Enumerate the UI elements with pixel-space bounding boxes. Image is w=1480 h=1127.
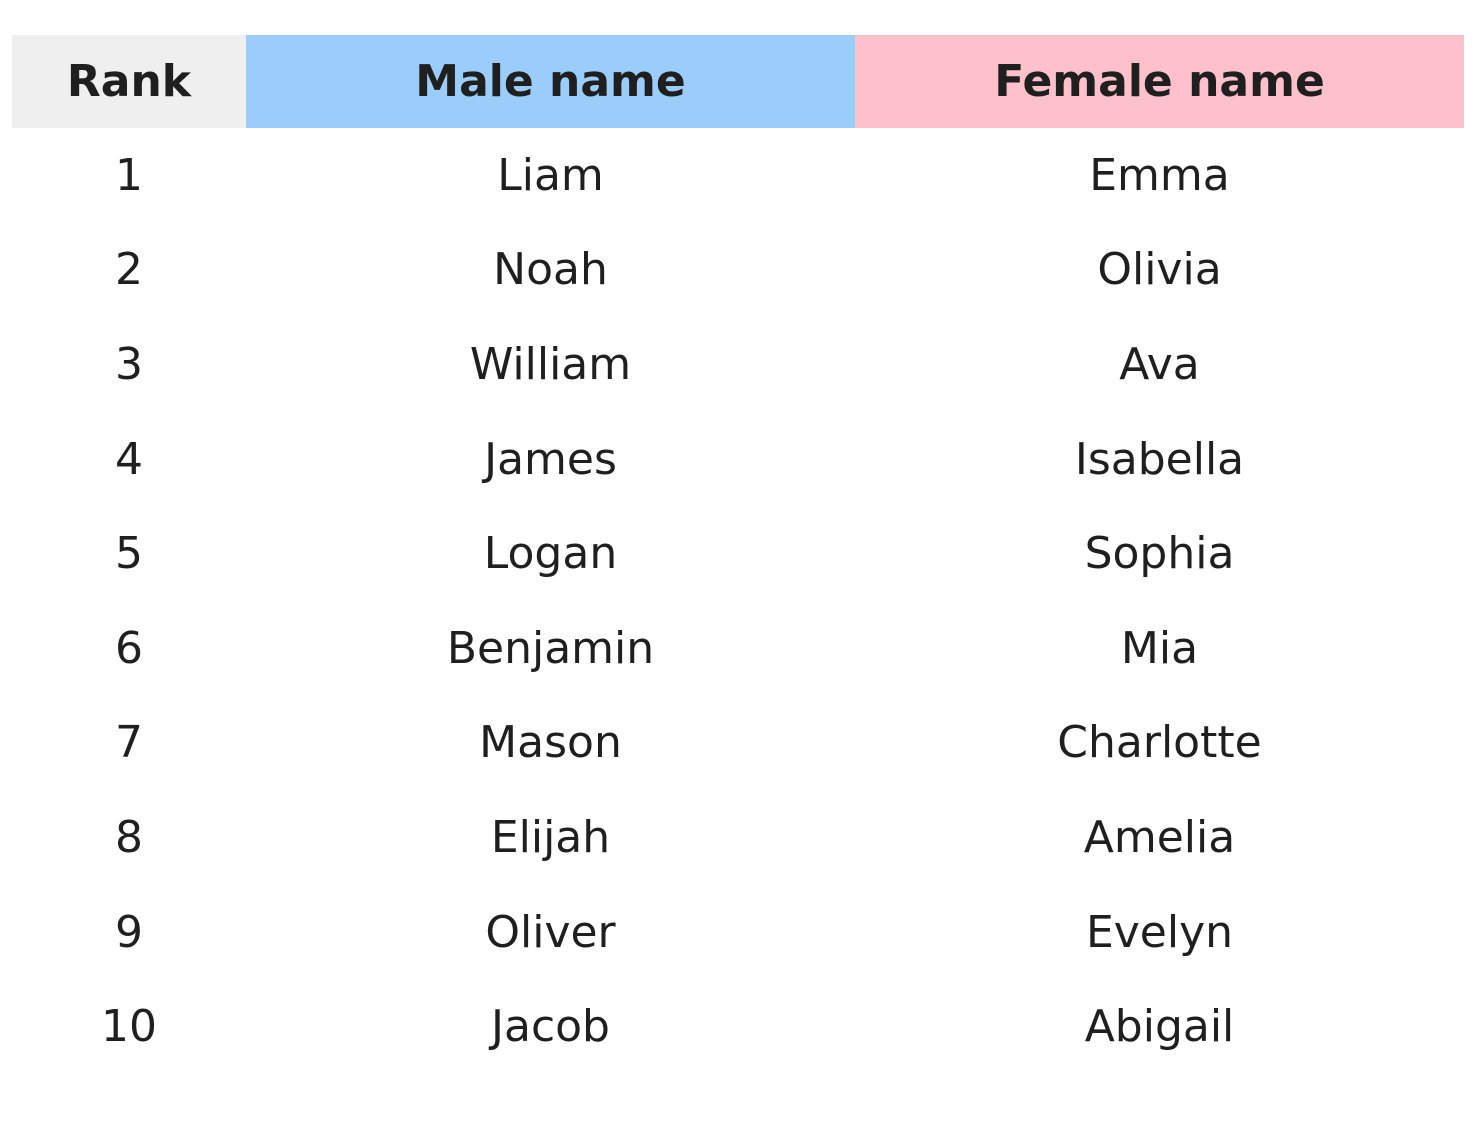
female-name-cell: Olivia [1097, 244, 1222, 296]
female-name-cell: Sophia [1084, 528, 1235, 580]
header-rank: Rank [12, 35, 246, 128]
table-body: 1 Liam Emma 2 Noah Olivia 3 William Ava 4 James Isa… [12, 128, 1464, 1074]
table-row: 9 Oliver Evelyn [12, 885, 1464, 980]
male-name-cell: Logan [483, 528, 618, 580]
rank-cell: 3 [115, 338, 143, 390]
table-row: 10 Jacob Abigail [12, 979, 1464, 1074]
male-name-cell: Liam [497, 149, 604, 201]
male-name-cell: Benjamin [446, 622, 655, 674]
table-row: 8 Elijah Amelia [12, 790, 1464, 885]
male-name-cell: Jacob [491, 1001, 610, 1053]
table-row: 6 Benjamin Mia [12, 601, 1464, 696]
rank-cell: 9 [115, 906, 143, 958]
male-name-cell: Noah [493, 244, 608, 296]
female-name-cell: Ava [1119, 338, 1200, 390]
header-male-name: Male name [246, 35, 855, 128]
male-name-cell: Oliver [485, 906, 616, 958]
header-female-name: Female name [855, 35, 1464, 128]
rank-cell: 6 [115, 622, 143, 674]
rank-cell: 7 [115, 717, 143, 769]
rank-cell: 5 [115, 528, 143, 580]
rank-cell: 1 [115, 149, 143, 201]
female-name-cell: Isabella [1074, 433, 1245, 485]
table-row: 4 James Isabella [12, 412, 1464, 507]
table-row: 7 Mason Charlotte [12, 696, 1464, 791]
female-name-cell: Amelia [1083, 811, 1236, 863]
male-name-cell: Mason [479, 717, 622, 769]
rank-cell: 8 [115, 811, 143, 863]
male-name-cell: James [484, 433, 617, 485]
table-row: 1 Liam Emma [12, 128, 1464, 223]
rank-cell: 10 [101, 1001, 157, 1053]
female-name-cell: Charlotte [1057, 717, 1262, 769]
female-name-cell: Abigail [1084, 1001, 1235, 1053]
female-name-cell: Emma [1089, 149, 1230, 201]
header-row: Rank Male name Female name [12, 35, 1464, 128]
table-row: 2 Noah Olivia [12, 223, 1464, 318]
male-name-cell: William [469, 338, 632, 390]
table-row: 5 Logan Sophia [12, 506, 1464, 601]
female-name-cell: Mia [1120, 622, 1199, 674]
male-name-cell: Elijah [490, 811, 611, 863]
table-row: 3 William Ava [12, 317, 1464, 412]
names-table: Rank Male name Female name 1 Liam Emma 2 Noa… [12, 35, 1464, 1074]
rank-cell: 4 [115, 433, 143, 485]
rank-cell: 2 [115, 244, 143, 296]
female-name-cell: Evelyn [1085, 906, 1234, 958]
